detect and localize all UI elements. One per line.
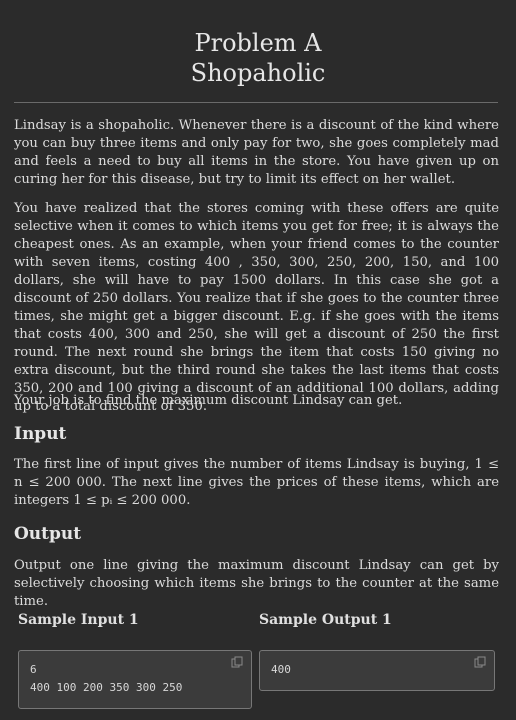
sample-input-line-2: 400 100 200 350 300 250 xyxy=(30,681,183,694)
sample-output-box: 400 xyxy=(259,650,495,691)
problem-name: Shopaholic xyxy=(190,59,326,87)
copy-icon[interactable] xyxy=(474,656,486,668)
problem-letter: Problem A xyxy=(194,29,322,57)
title-divider xyxy=(14,102,498,103)
statement-paragraph-2: You have realized that the stores coming… xyxy=(14,201,499,414)
sample-input-line-1: 6 xyxy=(30,663,37,676)
sample-input-box: 6 400 100 200 350 300 250 xyxy=(18,650,252,709)
statement-paragraph-1: Lindsay is a shopaholic. Whenever there … xyxy=(14,118,499,187)
sample-input-label: Sample Input 1 xyxy=(18,612,139,628)
sample-output-line-1: 400 xyxy=(271,663,291,676)
output-description: Output one line giving the maximum disco… xyxy=(14,558,499,609)
statement-paragraph-3: Your job is to find the maximum discount… xyxy=(14,393,403,408)
sample-output-label: Sample Output 1 xyxy=(259,612,392,628)
input-description: The first line of input gives the number… xyxy=(14,457,499,508)
problem-title: Problem A Shopaholic xyxy=(0,28,516,88)
output-heading: Output xyxy=(14,524,82,544)
copy-icon[interactable] xyxy=(231,656,243,668)
input-heading: Input xyxy=(14,424,67,444)
